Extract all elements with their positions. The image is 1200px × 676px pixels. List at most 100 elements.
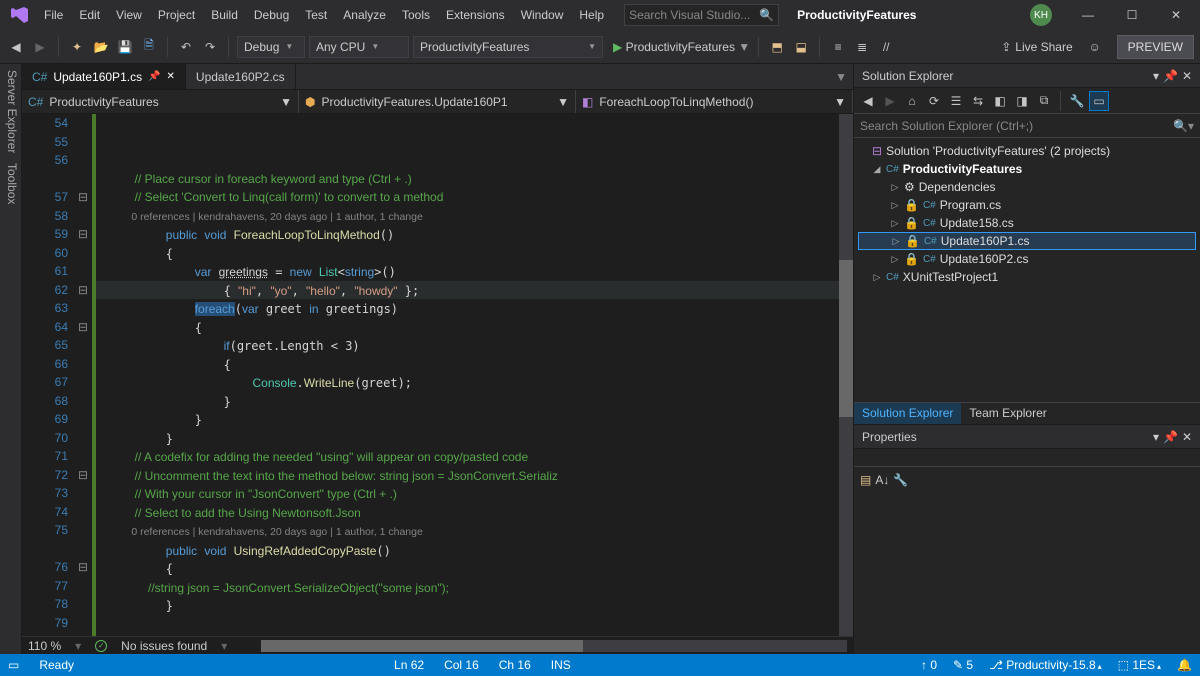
solution-icon: ⊟ [872, 144, 882, 158]
nav-fwd-button[interactable]: ▶ [30, 37, 50, 57]
solution-tree[interactable]: ⊟ Solution 'ProductivityFeatures' (2 proj… [854, 138, 1200, 402]
tab-overflow-icon[interactable]: ▼ [829, 64, 853, 89]
comment-icon[interactable]: // [876, 37, 896, 57]
menu-edit[interactable]: Edit [71, 4, 108, 26]
file-update160p2[interactable]: Update160P2.cs [940, 252, 1029, 266]
menu-analyze[interactable]: Analyze [335, 4, 394, 26]
lang-indicator[interactable]: ⬚ 1ES▴ [1118, 658, 1161, 672]
nav-class-combo[interactable]: ⬢ProductivityFeatures.Update160P1▼ [299, 90, 576, 113]
preview-icon[interactable]: ◨ [1012, 91, 1032, 111]
nav-project-combo[interactable]: C#ProductivityFeatures▼ [22, 90, 299, 113]
tab-update160p1[interactable]: C# Update160P1.cs 📌 ✕ [22, 64, 186, 89]
menu-tools[interactable]: Tools [394, 4, 438, 26]
step-icon-2[interactable]: ⬓ [791, 37, 811, 57]
close-tab-icon[interactable]: ✕ [167, 71, 175, 82]
file-update160p1[interactable]: Update160P1.cs [941, 234, 1030, 248]
save-all-icon[interactable]: 🗎 [139, 37, 159, 57]
wrench-icon[interactable]: 🔧 [893, 473, 908, 487]
ok-icon: ✓ [95, 640, 107, 652]
start-debug-button[interactable]: ▶ ProductivityFeatures ▼ [613, 40, 750, 54]
zoom-level[interactable]: 110 % [28, 639, 61, 653]
left-tool-rail: Server Explorer Toolbox [0, 64, 22, 654]
new-project-icon[interactable]: ✦ [67, 37, 87, 57]
save-icon[interactable]: 💾 [115, 37, 135, 57]
document-tabs: C# Update160P1.cs 📌 ✕ Update160P2.cs ▼ [22, 64, 853, 90]
tab-team-explorer[interactable]: Team Explorer [961, 403, 1054, 424]
sync-icon[interactable]: ⟳ [924, 91, 944, 111]
back-icon[interactable]: ◀ [858, 91, 878, 111]
live-share-button[interactable]: ⇪Live Share [1001, 40, 1072, 54]
open-file-icon[interactable]: 📂 [91, 37, 111, 57]
file-update158[interactable]: Update158.cs [940, 216, 1014, 230]
redo-icon[interactable]: ↷ [200, 37, 220, 57]
csproj-icon: C# [886, 272, 899, 283]
window-position-icon[interactable]: ▾ [1153, 430, 1159, 444]
undo-icon[interactable]: ↶ [176, 37, 196, 57]
publish-icon[interactable]: ↑ 0 [921, 658, 937, 672]
step-icon[interactable]: ⬒ [767, 37, 787, 57]
tab-update160p2[interactable]: Update160P2.cs [186, 64, 296, 89]
notifications-icon[interactable]: 🔔 [1177, 658, 1192, 672]
status-window-icon[interactable]: ▭ [8, 658, 19, 672]
copy-icon[interactable]: ⧉ [1034, 91, 1054, 111]
properties-icon[interactable]: 🔧 [1067, 91, 1087, 111]
share-icon: ⇪ [1001, 40, 1011, 54]
menu-debug[interactable]: Debug [246, 4, 297, 26]
home-icon[interactable]: ⌂ [902, 91, 922, 111]
preview-selected-icon[interactable]: ▭ [1089, 91, 1109, 111]
fwd-icon[interactable]: ▶ [880, 91, 900, 111]
menu-build[interactable]: Build [203, 4, 246, 26]
toolbox-tab[interactable]: Toolbox [2, 163, 19, 204]
pin-icon[interactable]: 📌 [1163, 69, 1178, 83]
menu-help[interactable]: Help [571, 4, 612, 26]
solution-explorer-header: Solution Explorer ▾📌✕ [854, 64, 1200, 88]
project2-node[interactable]: XUnitTestProject1 [903, 270, 998, 284]
quick-launch-search[interactable]: Search Visual Studio... 🔍 [624, 4, 779, 26]
filter-icon[interactable]: ☰ [946, 91, 966, 111]
show-all-icon[interactable]: ◧ [990, 91, 1010, 111]
pending-icon[interactable]: ✎ 5 [953, 658, 973, 672]
file-program[interactable]: Program.cs [940, 198, 1001, 212]
nav-method-combo[interactable]: ◧ForeachLoopToLinqMethod()▼ [576, 90, 853, 113]
configuration-combo[interactable]: Debug▼ [237, 36, 305, 58]
tab-label: Update160P2.cs [196, 70, 285, 84]
pin-icon[interactable]: 📌 [1163, 430, 1178, 444]
menu-extensions[interactable]: Extensions [438, 4, 513, 26]
indent-icon[interactable]: ≡ [828, 37, 848, 57]
solution-node[interactable]: Solution 'ProductivityFeatures' (2 proje… [886, 144, 1110, 158]
project-node[interactable]: ProductivityFeatures [903, 162, 1022, 176]
minimize-button[interactable]: — [1068, 1, 1108, 29]
nav-back-button[interactable]: ◀ [6, 37, 26, 57]
feedback-icon[interactable]: ☺ [1085, 37, 1105, 57]
menu-test[interactable]: Test [297, 4, 335, 26]
collapse-icon[interactable]: ⇆ [968, 91, 988, 111]
startup-combo[interactable]: ProductivityFeatures▼ [413, 36, 603, 58]
menu-window[interactable]: Window [513, 4, 572, 26]
menu-file[interactable]: File [36, 4, 71, 26]
close-pane-icon[interactable]: ✕ [1182, 430, 1192, 444]
menu-project[interactable]: Project [150, 4, 203, 26]
server-explorer-tab[interactable]: Server Explorer [2, 70, 19, 153]
dependencies-node[interactable]: Dependencies [919, 180, 996, 194]
properties-combo[interactable] [854, 449, 1200, 467]
close-pane-icon[interactable]: ✕ [1182, 69, 1192, 83]
categorized-icon[interactable]: ▤ [860, 473, 871, 487]
menu-view[interactable]: View [108, 4, 150, 26]
code-editor[interactable]: 5455565758596061626364656667686970717273… [22, 114, 853, 636]
user-avatar[interactable]: KH [1030, 4, 1052, 26]
alpha-icon[interactable]: A↓ [875, 473, 889, 487]
close-button[interactable]: ✕ [1156, 1, 1196, 29]
platform-combo[interactable]: Any CPU▼ [309, 36, 409, 58]
solution-explorer-search[interactable]: Search Solution Explorer (Ctrl+;) 🔍▾ [854, 114, 1200, 138]
repo-branch[interactable]: ⎇ Productivity-15.8▴ [989, 658, 1102, 672]
pin-icon[interactable]: 📌 [148, 71, 160, 82]
search-icon: 🔍▾ [1173, 119, 1194, 133]
window-position-icon[interactable]: ▾ [1153, 69, 1159, 83]
tab-solution-explorer[interactable]: Solution Explorer [854, 403, 961, 424]
maximize-button[interactable]: ☐ [1112, 1, 1152, 29]
search-placeholder: Search Visual Studio... [629, 8, 750, 22]
status-ins: INS [551, 658, 571, 672]
outdent-icon[interactable]: ≣ [852, 37, 872, 57]
horizontal-scrollbar[interactable] [261, 640, 847, 652]
dependencies-icon: ⚙ [904, 180, 915, 194]
